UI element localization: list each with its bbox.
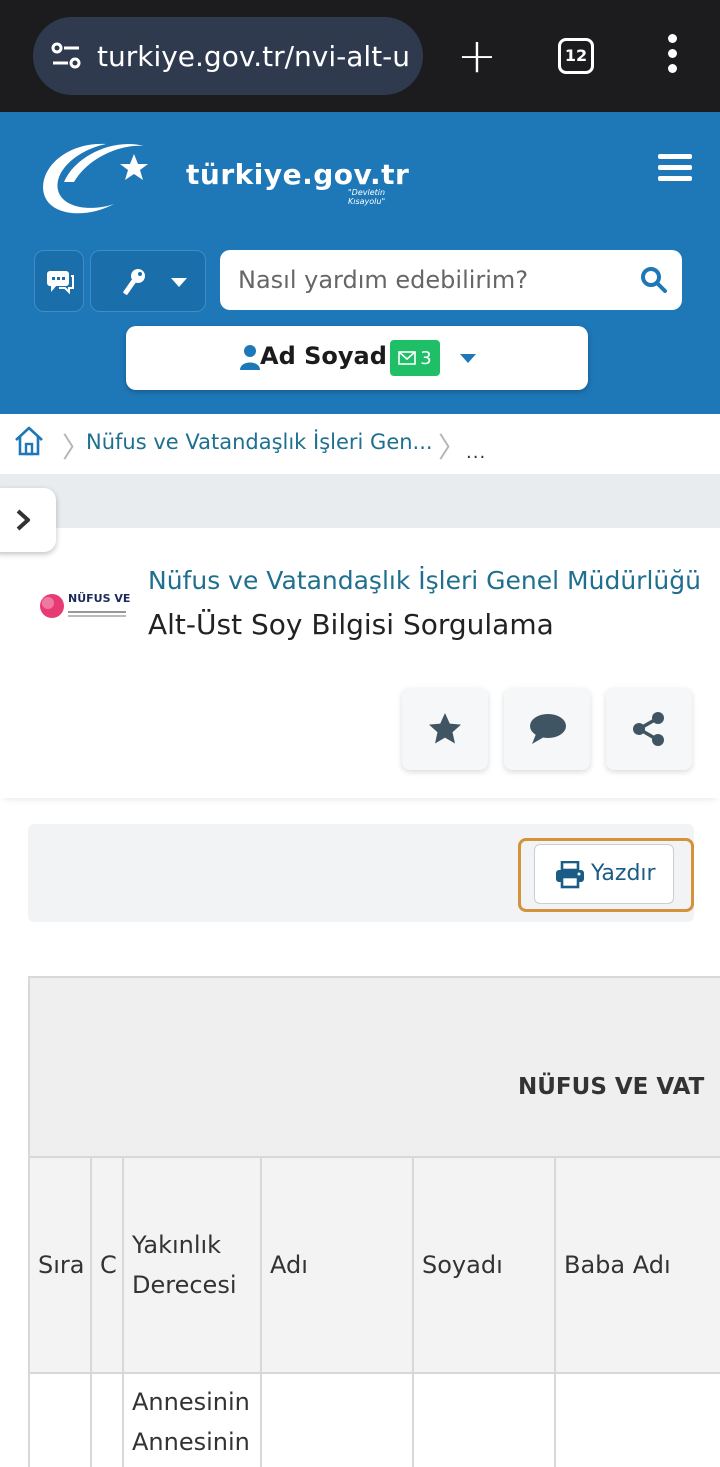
nvi-logo-text: NÜFUS VE: [68, 592, 131, 605]
messages-badge[interactable]: 3: [390, 340, 440, 376]
login-options-button[interactable]: [90, 250, 206, 312]
column-header-c: C: [92, 1158, 124, 1374]
browser-toolbar: turkiye.gov.tr/nvi-alt-u + 12: [0, 0, 720, 112]
add-favorite-button[interactable]: [402, 688, 488, 770]
column-header-sira: Sıra: [30, 1158, 92, 1374]
content-divider: [0, 474, 720, 528]
table-cell-adi: [262, 1374, 414, 1467]
search-box: [220, 250, 682, 310]
chevron-down-icon: [460, 354, 476, 363]
breadcrumb-separator: 〉: [438, 431, 467, 464]
chevron-right-icon: [16, 509, 30, 531]
turkiye-gov-logo[interactable]: türkiye.gov.tr "Devletin Kısayolu": [36, 124, 410, 224]
organization-name[interactable]: Nüfus ve Vatandaşlık İşleri Genel Müdürl…: [148, 566, 701, 595]
envelope-icon: [398, 351, 417, 365]
url-text[interactable]: turkiye.gov.tr/nvi-alt-u: [97, 40, 410, 73]
side-menu-toggle[interactable]: [0, 488, 56, 552]
share-icon: [633, 712, 664, 746]
star-icon: [429, 713, 461, 744]
table-cell-sira: [30, 1374, 92, 1467]
user-account-button[interactable]: Ad Soyad 3: [126, 326, 588, 390]
table-cell-baba-adi: [556, 1374, 720, 1467]
column-header-baba-adi: Baba Adı: [556, 1158, 720, 1374]
hamburger-menu-icon[interactable]: [658, 154, 692, 184]
crescent-star-icon: [43, 143, 148, 214]
site-header: türkiye.gov.tr "Devletin Kısayolu" Nasıl…: [0, 112, 720, 414]
key-icon: [123, 269, 145, 295]
address-bar[interactable]: turkiye.gov.tr/nvi-alt-u: [33, 17, 423, 95]
chat-bubbles-icon: [47, 271, 74, 295]
breadcrumb: 〉 Nüfus ve Vatandaşlık İşleri Gen... 〉 .…: [0, 414, 720, 474]
print-label: Yazdır: [591, 861, 656, 886]
column-header-adi: Adı: [262, 1158, 414, 1374]
column-header-yakinlik: Yakınlık Derecesi: [124, 1158, 262, 1374]
nvi-logo: NÜFUS VE: [36, 586, 132, 626]
breadcrumb-ellipsis[interactable]: ...: [466, 442, 486, 463]
logo-tagline: "Devletin Kısayolu": [348, 188, 386, 206]
table-cell-c: [92, 1374, 124, 1467]
comment-icon: [530, 714, 566, 744]
logo-text: türkiye.gov.tr: [186, 158, 410, 191]
chat-button[interactable]: [34, 250, 84, 312]
table-caption-row: NÜFUS VE VAT: [30, 978, 720, 1158]
search-input[interactable]: [238, 250, 618, 310]
search-icon[interactable]: [640, 266, 668, 294]
user-name: Ad Soyad: [260, 342, 387, 370]
printer-icon: [556, 861, 584, 889]
service-header-card: NÜFUS VE Nüfus ve Vatandaşlık İşleri Gen…: [0, 528, 720, 798]
print-button[interactable]: Yazdır: [534, 844, 674, 904]
table-caption: NÜFUS VE VAT: [518, 1074, 705, 1100]
column-header-soyadi: Soyadı: [414, 1158, 556, 1374]
page-title: Alt-Üst Soy Bilgisi Sorgulama: [148, 608, 554, 641]
share-button[interactable]: [606, 688, 692, 770]
home-icon[interactable]: [12, 424, 46, 458]
chevron-down-icon: [171, 278, 187, 287]
table-cell-soyadi: [414, 1374, 556, 1467]
table-cell-yakinlik: Annesinin Annesinin: [124, 1374, 262, 1467]
new-tab-icon[interactable]: +: [455, 31, 499, 81]
browser-menu-icon[interactable]: [662, 34, 682, 78]
site-settings-icon[interactable]: [49, 39, 83, 73]
user-icon: [240, 345, 260, 370]
feedback-button[interactable]: [504, 688, 590, 770]
lineage-table: NÜFUS VE VAT Sıra C Yakınlık Derecesi Ad…: [28, 976, 720, 1467]
breadcrumb-item-nvi[interactable]: Nüfus ve Vatandaşlık İşleri Gen...: [86, 430, 433, 454]
message-count: 3: [420, 347, 432, 369]
tab-count-button[interactable]: 12: [558, 38, 594, 74]
